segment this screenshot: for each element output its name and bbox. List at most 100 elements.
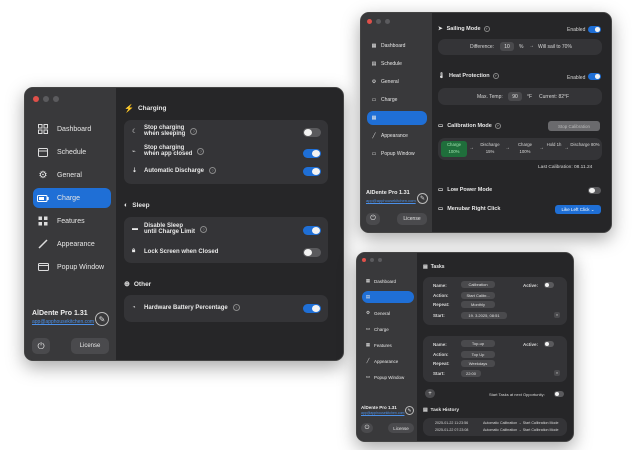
sidebar-item-appearance[interactable]: ╱ Appearance xyxy=(362,355,414,367)
license-button[interactable]: License xyxy=(71,338,109,354)
calendar-icon: ▤ xyxy=(365,294,371,299)
feather-icon: ✎ xyxy=(95,312,109,326)
low-power-toggle[interactable] xyxy=(588,187,601,194)
calibration-mode-row: ▭ Calibration Mode ? xyxy=(438,123,501,129)
zoom-window-button[interactable] xyxy=(385,19,390,24)
sidebar-item-general[interactable]: ⚙ General xyxy=(362,307,414,319)
sidebar-item-popup-window[interactable]: Popup Window xyxy=(33,257,111,277)
sidebar-item-popup-window[interactable]: ▭ Popup Window xyxy=(367,147,427,161)
max-temp-input[interactable]: 90 xyxy=(508,92,522,101)
help-icon[interactable]: ? xyxy=(190,127,198,135)
calibration-step-4: Hold 1h xyxy=(546,142,562,147)
sidebar-item-general[interactable]: ⚙ General xyxy=(367,75,427,89)
sidebar-item-schedule[interactable]: ▤ xyxy=(362,291,414,303)
sidebar-item-features[interactable]: Features xyxy=(33,211,111,231)
sidebar-item-features[interactable]: ▦ Features xyxy=(362,339,414,351)
delete-icon[interactable]: × xyxy=(554,312,560,318)
heat-protection-toggle[interactable] xyxy=(588,73,601,80)
help-icon[interactable]: ? xyxy=(232,304,240,311)
opportunity-toggle[interactable] xyxy=(554,391,564,397)
sidebar-item-dashboard[interactable]: ▦ Dashboard xyxy=(367,39,427,53)
task-name-input[interactable]: Calibration xyxy=(461,281,495,288)
stop-charging-app-closed-toggle[interactable] xyxy=(303,149,321,158)
help-icon[interactable]: ? xyxy=(200,225,207,233)
calibration-icon: ▭ xyxy=(438,123,444,129)
task-repeat-select[interactable]: Monthly xyxy=(461,301,495,308)
popup-icon: ▭ xyxy=(365,374,371,379)
license-button[interactable]: License xyxy=(397,213,427,225)
features-window: ▦ Dashboard ▤ Schedule ⚙ General ▭ Charge ▦ … xyxy=(360,12,612,233)
help-icon[interactable]: ? xyxy=(492,73,499,79)
license-button[interactable]: License xyxy=(388,423,414,433)
sidebar-item-features[interactable]: ▦ xyxy=(367,111,427,125)
sidebar-item-charge[interactable]: ▭ Charge xyxy=(362,323,414,335)
task-name-input[interactable]: Top-up xyxy=(461,340,495,347)
zoom-window-button[interactable] xyxy=(378,258,382,262)
sidebar-item-charge[interactable]: ▭ Charge xyxy=(367,93,427,107)
task-start-input[interactable]: 22:00 xyxy=(461,370,481,377)
close-window-button[interactable] xyxy=(367,19,372,24)
gear-icon: ⚙ xyxy=(38,169,48,181)
difference-input[interactable]: 10 xyxy=(500,42,514,51)
sidebar-item-appearance[interactable]: Appearance xyxy=(33,234,111,254)
close-window-button[interactable] xyxy=(33,96,39,102)
dashboard-icon: ▦ xyxy=(365,278,371,283)
sidebar-item-appearance[interactable]: ╱ Appearance xyxy=(367,129,427,143)
delete-icon[interactable]: × xyxy=(554,370,560,376)
charge-settings-panel: ⚡ Charging ☾ Stop charging when sleeping… xyxy=(116,88,343,360)
app-email-link[interactable]: app@apphousekitchen.com xyxy=(366,198,416,203)
sidebar-item-schedule[interactable]: Schedule xyxy=(33,142,111,162)
arrow-icon: → xyxy=(505,145,510,151)
sidebar-item-charge[interactable]: Charge xyxy=(33,188,111,208)
minimize-window-button[interactable] xyxy=(376,19,381,24)
help-icon[interactable]: ? xyxy=(494,123,501,129)
sidebar-item-general[interactable]: ⚙ General xyxy=(33,165,111,185)
app-email-link[interactable]: app@apphousekitchen.com xyxy=(32,319,94,325)
task-repeat-select[interactable]: Weekdays xyxy=(461,360,495,367)
menubar-right-click-select[interactable]: Like Left Click ⌄ xyxy=(555,205,601,214)
sidebar-item-label: Popup Window xyxy=(57,263,105,271)
sidebar: ▦ Dashboard ▤ Schedule ⚙ General ▭ Charge ▦ … xyxy=(361,13,432,232)
task-action-select[interactable]: Top Up xyxy=(461,351,495,358)
help-icon[interactable]: ? xyxy=(483,26,490,32)
task-action-select[interactable]: Start Calibr... xyxy=(461,292,495,299)
automatic-discharge-toggle[interactable] xyxy=(303,167,321,176)
sailboat-icon: ➤ xyxy=(438,26,443,32)
power-button[interactable]: ⏻ xyxy=(361,423,373,433)
minimize-window-button[interactable] xyxy=(43,96,49,102)
lock-screen-toggle[interactable] xyxy=(303,248,321,257)
moon-icon: ☾ xyxy=(132,128,138,135)
task-history-header: ▤ Task History xyxy=(423,408,459,413)
popup-icon: ▭ xyxy=(371,151,377,157)
zoom-window-button[interactable] xyxy=(53,96,59,102)
task-card-calibration: Name: Calibration Active: Action: Start … xyxy=(423,277,567,325)
app-email-link[interactable]: app@apphousekitchen.com xyxy=(361,411,404,415)
sidebar-item-popup-window[interactable]: ▭ Popup Window xyxy=(362,371,414,383)
sidebar-item-dashboard[interactable]: ▦ Dashboard xyxy=(362,275,414,287)
help-icon[interactable]: ? xyxy=(209,167,217,174)
calendar-icon: ▤ xyxy=(371,61,377,67)
sidebar-item-label: Appearance xyxy=(57,240,95,248)
bolt-icon: ⚡ xyxy=(124,104,134,113)
stop-charging-sleep-toggle[interactable] xyxy=(303,128,321,137)
task-start-input[interactable]: 19. 3.2025, 08:51 xyxy=(461,312,507,319)
other-card: ◔ Hardware Battery Percentage ? xyxy=(124,295,328,322)
menubar-icon: ▭ xyxy=(438,206,444,212)
disable-sleep-toggle[interactable] xyxy=(303,226,321,235)
sidebar: ▦ Dashboard ▤ ⚙ General ▭ Charge ▦ Features … xyxy=(357,253,417,441)
add-task-button[interactable]: + xyxy=(425,389,435,398)
sidebar-item-dashboard[interactable]: Dashboard xyxy=(33,119,111,139)
hardware-battery-toggle[interactable] xyxy=(303,304,321,313)
grid-icon: ▦ xyxy=(365,342,371,347)
help-icon[interactable]: ? xyxy=(197,147,205,155)
task-active-toggle[interactable] xyxy=(544,341,554,347)
power-button[interactable]: ⏻ xyxy=(32,338,50,354)
minimize-window-button[interactable] xyxy=(370,258,374,262)
power-button[interactable]: ⏻ xyxy=(366,213,380,225)
sidebar-item-schedule[interactable]: ▤ Schedule xyxy=(367,57,427,71)
stop-calibration-button[interactable]: Stop Calibration xyxy=(548,121,600,131)
close-window-button[interactable] xyxy=(362,258,366,262)
sailing-mode-toggle[interactable] xyxy=(588,26,601,33)
task-active-toggle[interactable] xyxy=(544,282,554,288)
percentage-icon: ◔ xyxy=(132,304,136,311)
